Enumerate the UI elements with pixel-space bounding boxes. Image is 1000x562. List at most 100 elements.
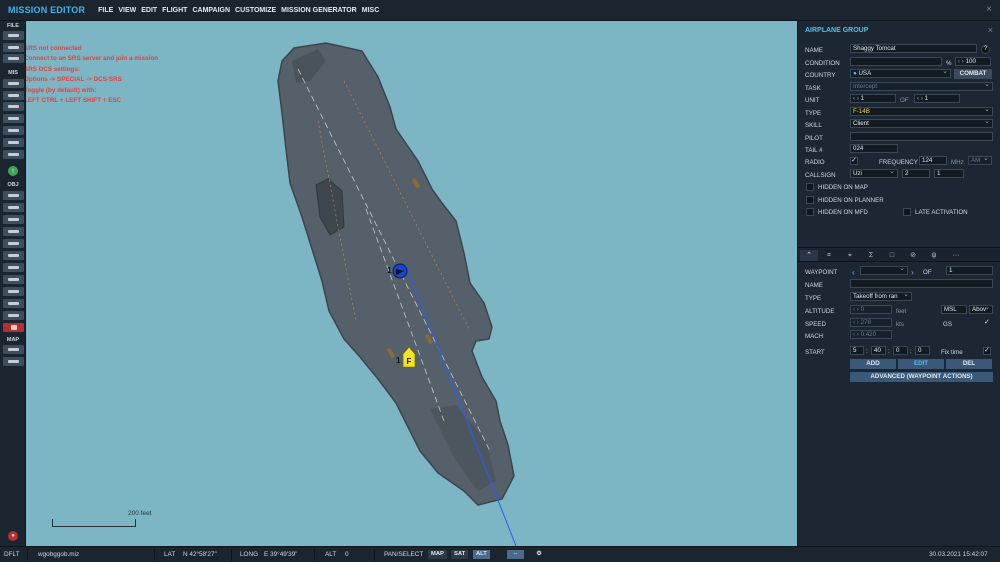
window-close-icon[interactable]: ×	[986, 4, 992, 15]
srs-line: Connect to an SRS server and join a miss…	[26, 55, 159, 63]
map-view[interactable]: F SRS not connected Connect to an SRS se…	[26, 21, 797, 546]
late-activation-checkbox[interactable]	[903, 208, 911, 216]
menu-edit[interactable]: EDIT	[141, 7, 157, 14]
start-day-field[interactable]: 5	[850, 346, 864, 355]
callsign-unit-number[interactable]: 1	[934, 169, 964, 178]
square-icon[interactable]: □	[883, 250, 901, 261]
gs-checkbox[interactable]	[983, 318, 991, 327]
status-bar: DFLT wgobggob.miz LAT N 42°58'27" LONG E…	[0, 546, 1000, 562]
open-file-icon[interactable]	[3, 43, 24, 52]
menu-flight[interactable]: FLIGHT	[162, 7, 187, 14]
start-hour-field[interactable]: 40	[871, 346, 886, 355]
check-mission-icon[interactable]	[3, 138, 24, 147]
callsign-flight-number[interactable]: 2	[902, 169, 930, 178]
target-icon[interactable]: ⌗	[820, 250, 838, 261]
save-file-icon[interactable]	[3, 54, 24, 63]
add-helicopter-icon[interactable]	[3, 203, 24, 212]
altitude-mode-select[interactable]: Abov	[969, 305, 993, 314]
srs-status-icon[interactable]: ●	[8, 531, 18, 541]
start-minute-field[interactable]: 0	[893, 346, 908, 355]
waypoint-prev-icon[interactable]: ‹	[852, 268, 855, 277]
radio-checkbox[interactable]	[850, 156, 858, 165]
delete-object-icon[interactable]	[3, 323, 24, 332]
aircraft-type-select[interactable]: F-14B	[850, 107, 993, 116]
add-bullseye-icon[interactable]	[3, 287, 24, 296]
hidden-on-map-checkbox[interactable]	[806, 183, 814, 191]
delete-waypoint-button[interactable]: DEL	[946, 359, 992, 369]
advanced-waypoint-actions-button[interactable]: ADVANCED (WAYPOINT ACTIONS)	[850, 372, 993, 382]
menu-misc[interactable]: MISC	[362, 7, 380, 14]
add-template-icon[interactable]	[3, 251, 24, 260]
modulation-select[interactable]: AM	[968, 156, 992, 165]
altitude-ref-field[interactable]: MSL	[941, 305, 967, 314]
sigma-icon[interactable]: Σ	[862, 250, 880, 261]
menu-customize[interactable]: CUSTOMIZE	[235, 7, 276, 14]
resources-icon[interactable]	[3, 114, 24, 123]
condition-field[interactable]	[850, 57, 942, 66]
add-ship-icon[interactable]	[3, 215, 24, 224]
hidden-on-planner-checkbox[interactable]	[806, 196, 814, 204]
more-icon[interactable]: ···	[947, 250, 965, 261]
add-waypoint-button[interactable]: ADD	[850, 359, 896, 369]
pilot-field[interactable]	[850, 132, 993, 141]
menu-mission-generator[interactable]: MISSION GENERATOR	[281, 7, 357, 14]
srs-line: Options -> SPECIAL -> DCS-SRS	[26, 76, 122, 84]
route-icon[interactable]: ⌃	[800, 250, 818, 261]
new-file-icon[interactable]	[3, 31, 24, 40]
task-select[interactable]: Intercept	[850, 82, 993, 91]
options-icon[interactable]	[3, 126, 24, 135]
map-layers-icon[interactable]	[3, 357, 24, 366]
waypoint-name-field[interactable]	[850, 279, 993, 288]
crosshair-icon[interactable]: ⌖	[841, 250, 859, 261]
fix-time-checkbox[interactable]	[983, 346, 991, 355]
unit-stepper[interactable]: ‹ › 1	[850, 94, 896, 103]
briefing-icon[interactable]	[3, 150, 24, 159]
triggers-icon[interactable]	[3, 102, 24, 111]
condition-value-field[interactable]: ‹ › 100	[955, 57, 991, 66]
add-vehicle-icon[interactable]	[3, 227, 24, 236]
add-airplane-icon[interactable]	[3, 191, 24, 200]
speed-field[interactable]: ‹ › 278	[850, 318, 892, 327]
help-icon[interactable]: ?	[981, 45, 990, 54]
menu-view[interactable]: VIEW	[118, 7, 136, 14]
add-initial-point-icon[interactable]	[3, 299, 24, 308]
alt-view-button[interactable]: ALT	[473, 550, 490, 559]
add-trigger-zone-icon[interactable]	[3, 263, 24, 272]
fly-mission-icon[interactable]: ↑	[8, 166, 18, 176]
combat-button[interactable]: COMBAT	[954, 69, 992, 79]
shapes-icon[interactable]	[3, 311, 24, 320]
frequency-field[interactable]: 124	[919, 156, 947, 165]
group-name-field[interactable]: Shaggy Tomcat	[850, 44, 977, 53]
mode-label: DFLT	[4, 551, 20, 558]
mission-goals-icon[interactable]	[3, 79, 24, 88]
settings-icon[interactable]: ⚙	[532, 550, 546, 559]
menu-file[interactable]: FILE	[98, 7, 113, 14]
altitude-field[interactable]: ‹ › 0	[850, 305, 892, 314]
unit-count-stepper[interactable]: ‹ › 1	[914, 94, 960, 103]
waypoint-next-icon[interactable]: ›	[911, 268, 914, 277]
start-label: START	[805, 349, 825, 356]
tail-number-field[interactable]: 024	[850, 144, 898, 153]
add-nav-point-icon[interactable]	[3, 275, 24, 284]
edit-waypoint-button[interactable]: EDIT	[898, 359, 944, 369]
waypoint-select[interactable]	[860, 266, 908, 275]
skill-select[interactable]: Client	[850, 119, 993, 128]
no-entry-icon[interactable]: ⊘	[904, 250, 922, 261]
map-view-button[interactable]: MAP	[428, 550, 447, 559]
ruler-toggle-icon[interactable]: ⇔	[507, 550, 524, 559]
antenna-icon[interactable]: ψ	[925, 250, 943, 261]
weather-icon[interactable]	[3, 91, 24, 100]
country-select[interactable]: ● USA	[850, 69, 951, 78]
hidden-on-mfd-checkbox[interactable]	[806, 208, 814, 216]
mach-field[interactable]: ‹ › 0.420	[850, 330, 892, 339]
srs-line: LEFT CTRL + LEFT SHIFT + ESC	[26, 97, 122, 105]
panel-close-icon[interactable]: ×	[988, 25, 993, 35]
satellite-view-button[interactable]: SAT	[451, 550, 469, 559]
add-static-icon[interactable]	[3, 239, 24, 248]
pan-select-mode[interactable]: PAN/SELECT	[384, 551, 423, 558]
menu-campaign[interactable]: CAMPAIGN	[192, 7, 230, 14]
waypoint-type-select[interactable]: Takeoff from ran	[850, 292, 912, 301]
start-second-field[interactable]: 0	[915, 346, 930, 355]
map-ruler-icon[interactable]	[3, 345, 24, 354]
callsign-select[interactable]: Uzi	[850, 169, 898, 178]
